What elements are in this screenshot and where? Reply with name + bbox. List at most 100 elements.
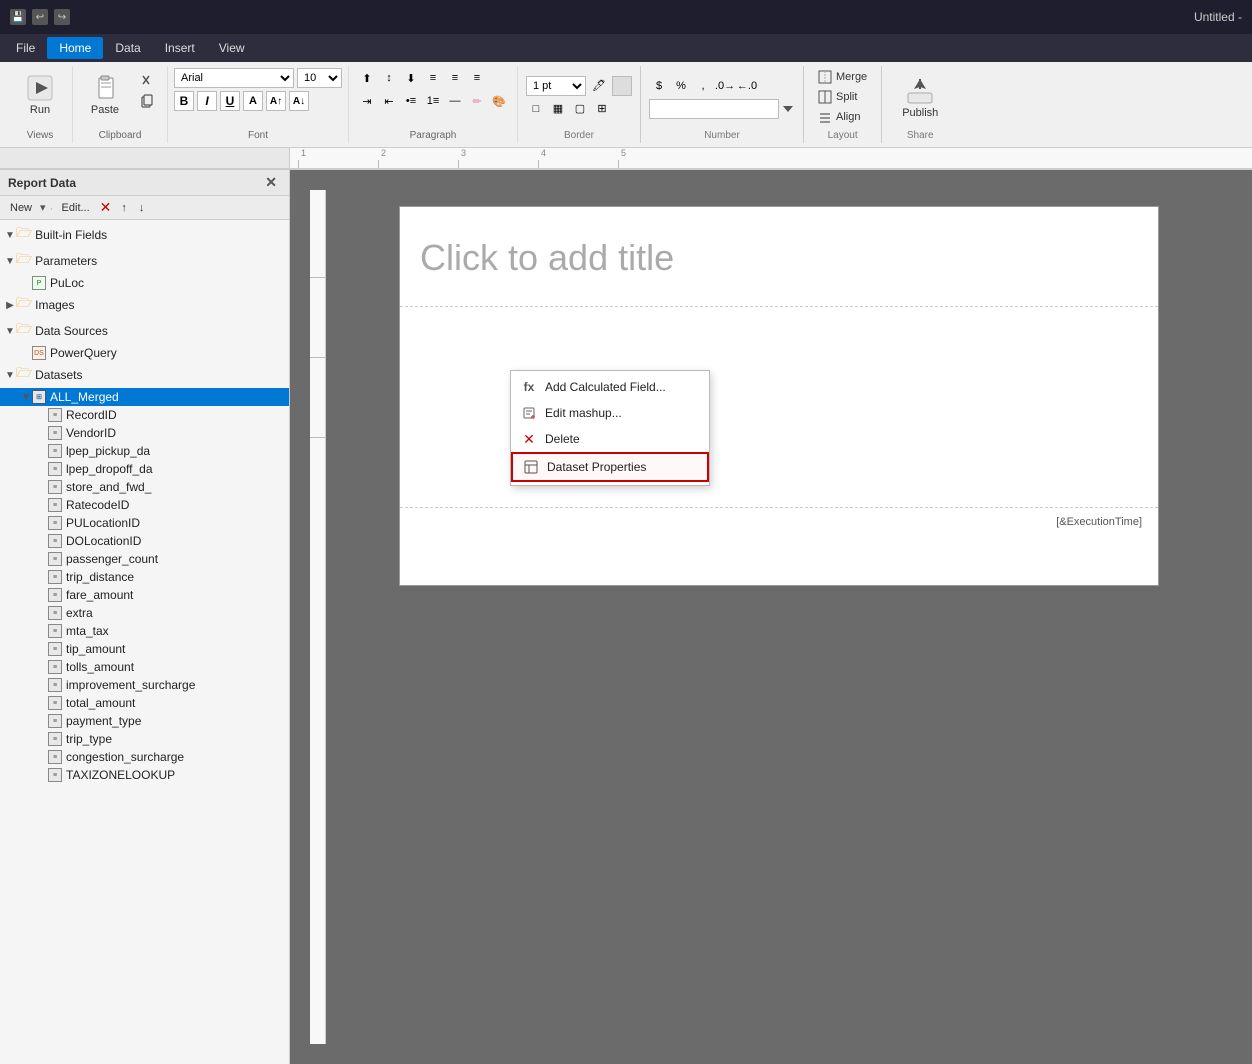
- tree-item-taxizonelookup[interactable]: ≡TAXIZONELOOKUP: [0, 766, 289, 784]
- edit-button[interactable]: Edit...: [58, 200, 94, 216]
- font-shrink-button[interactable]: A↓: [289, 91, 309, 111]
- report-title-area[interactable]: Click to add title: [400, 207, 1158, 307]
- split-button[interactable]: Split: [812, 88, 863, 106]
- report-panel-header: Report Data ✕: [0, 170, 289, 196]
- publish-button[interactable]: Publish: [890, 71, 950, 123]
- paste-button[interactable]: Paste: [81, 68, 129, 120]
- main-layout: Report Data ✕ New ▾ · Edit... ✕ ↑ ↓ ▼🗁Bu…: [0, 170, 1252, 1064]
- undo-icon[interactable]: ↩: [32, 9, 48, 25]
- vertical-ruler: [310, 190, 326, 1044]
- report-panel-close[interactable]: ✕: [261, 174, 281, 191]
- number-format-button[interactable]: $: [649, 76, 669, 96]
- decrease-decimal-button[interactable]: ←.0: [737, 76, 757, 96]
- menu-view[interactable]: View: [207, 37, 257, 59]
- border-inner-button[interactable]: ⊞: [592, 99, 612, 119]
- italic-button[interactable]: I: [197, 91, 217, 111]
- tree-item-vendorid[interactable]: ≡VendorID: [0, 424, 289, 442]
- ribbon-group-views: Run Views: [8, 66, 73, 143]
- tree-item-total-amount[interactable]: ≡total_amount: [0, 694, 289, 712]
- tree-item-datasets[interactable]: ▼🗁Datasets: [0, 362, 289, 388]
- tree-item-lpep-pickup[interactable]: ≡lpep_pickup_da: [0, 442, 289, 460]
- indent-button[interactable]: ⇥: [357, 91, 377, 111]
- align-top-button[interactable]: ⬆: [357, 68, 377, 88]
- font-color-button[interactable]: A: [243, 91, 263, 111]
- align-button[interactable]: Align: [812, 108, 866, 126]
- number-format-input[interactable]: [649, 99, 779, 119]
- percent-button[interactable]: %: [671, 76, 691, 96]
- app-title: Untitled -: [1194, 10, 1242, 24]
- run-button[interactable]: Run: [16, 68, 64, 120]
- tree-item-congestion-surcharge[interactable]: ≡congestion_surcharge: [0, 748, 289, 766]
- bold-button[interactable]: B: [174, 91, 194, 111]
- font-name-select[interactable]: Arial: [174, 68, 294, 88]
- tree-item-powerquery[interactable]: DSPowerQuery: [0, 344, 289, 362]
- underline-button[interactable]: U: [220, 91, 240, 111]
- highlight-button[interactable]: ✏: [467, 91, 487, 111]
- tree-item-ratecodeid[interactable]: ≡RatecodeID: [0, 496, 289, 514]
- merge-button[interactable]: Merge: [812, 68, 873, 86]
- border-color-button[interactable]: 🖊: [589, 76, 609, 96]
- tree-item-trip-type[interactable]: ≡trip_type: [0, 730, 289, 748]
- bullet-button[interactable]: •≡: [401, 91, 421, 111]
- tree-item-puloc[interactable]: PPuLoc: [0, 274, 289, 292]
- font-size-select[interactable]: 10: [297, 68, 342, 88]
- redo-icon[interactable]: ↪: [54, 9, 70, 25]
- tree-item-tip-amount[interactable]: ≡tip_amount: [0, 640, 289, 658]
- tree-item-lpep-dropoff[interactable]: ≡lpep_dropoff_da: [0, 460, 289, 478]
- increase-decimal-button[interactable]: .0→: [715, 76, 735, 96]
- tree-item-pulocationid[interactable]: ≡PULocationID: [0, 514, 289, 532]
- tree-item-fare-amount[interactable]: ≡fare_amount: [0, 586, 289, 604]
- menu-home[interactable]: Home: [47, 37, 103, 59]
- move-up-button[interactable]: ↑: [117, 200, 131, 216]
- new-button[interactable]: New: [6, 200, 36, 216]
- align-center-button[interactable]: ≡: [445, 68, 465, 88]
- copy-button[interactable]: [133, 92, 159, 110]
- tree-item-trip-distance[interactable]: ≡trip_distance: [0, 568, 289, 586]
- tree-item-all-merged[interactable]: ▼⊞ALL_Merged: [0, 388, 289, 406]
- canvas-area: Click to add title [&ExecutionTime] fx A…: [290, 170, 1252, 1064]
- border-all-button[interactable]: ▦: [548, 99, 568, 119]
- tree-item-parameters[interactable]: ▼🗁Parameters: [0, 248, 289, 274]
- context-dataset-props[interactable]: Dataset Properties: [511, 452, 709, 482]
- move-down-button[interactable]: ↓: [135, 200, 149, 216]
- tree-item-store-fwd[interactable]: ≡store_and_fwd_: [0, 478, 289, 496]
- line-sep-button[interactable]: —: [445, 91, 465, 111]
- align-left-button[interactable]: ≡: [423, 68, 443, 88]
- menu-data[interactable]: Data: [103, 37, 152, 59]
- tree-item-mta-tax[interactable]: ≡mta_tax: [0, 622, 289, 640]
- context-add-calc[interactable]: fx Add Calculated Field...: [511, 374, 709, 400]
- color-fill-button[interactable]: 🎨: [489, 91, 509, 111]
- tree-item-improvement-surcharge[interactable]: ≡improvement_surcharge: [0, 676, 289, 694]
- align-bottom-button[interactable]: ⬇: [401, 68, 421, 88]
- menu-insert[interactable]: Insert: [153, 37, 207, 59]
- tree-item-extra[interactable]: ≡extra: [0, 604, 289, 622]
- tree-item-data-sources[interactable]: ▼🗁Data Sources: [0, 318, 289, 344]
- context-edit-mashup[interactable]: Edit mashup...: [511, 400, 709, 426]
- align-middle-button[interactable]: ↕: [379, 68, 399, 88]
- dataset-props-icon: [523, 459, 539, 475]
- context-delete[interactable]: ✕ Delete: [511, 426, 709, 452]
- outdent-button[interactable]: ⇤: [379, 91, 399, 111]
- run-icon: [24, 72, 56, 104]
- number-button[interactable]: 1≡: [423, 91, 443, 111]
- save-icon[interactable]: 💾: [10, 9, 26, 25]
- font-grow-button[interactable]: A↑: [266, 91, 286, 111]
- ribbon-group-share: Publish Share: [882, 66, 958, 143]
- delete-toolbar-button[interactable]: ✕: [98, 199, 114, 216]
- number-dropdown-icon[interactable]: [781, 102, 795, 116]
- tree-item-images[interactable]: ▶🗁Images: [0, 292, 289, 318]
- tree-item-built-in-fields[interactable]: ▼🗁Built-in Fields: [0, 222, 289, 248]
- align-right-button[interactable]: ≡: [467, 68, 487, 88]
- border-size-select[interactable]: 1 pt: [526, 76, 586, 96]
- comma-button[interactable]: ,: [693, 76, 713, 96]
- cut-button[interactable]: [133, 72, 159, 90]
- tree-item-passenger-count[interactable]: ≡passenger_count: [0, 550, 289, 568]
- border-outer-button[interactable]: ▢: [570, 99, 590, 119]
- border-none-button[interactable]: □: [526, 99, 546, 119]
- tree-item-tolls-amount[interactable]: ≡tolls_amount: [0, 658, 289, 676]
- menu-file[interactable]: File: [4, 37, 47, 59]
- tree-item-dolocationid[interactable]: ≡DOLocationID: [0, 532, 289, 550]
- tree-item-payment-type[interactable]: ≡payment_type: [0, 712, 289, 730]
- tree-item-recordid[interactable]: ≡RecordID: [0, 406, 289, 424]
- title-bar: 💾 ↩ ↪ Untitled -: [0, 0, 1252, 34]
